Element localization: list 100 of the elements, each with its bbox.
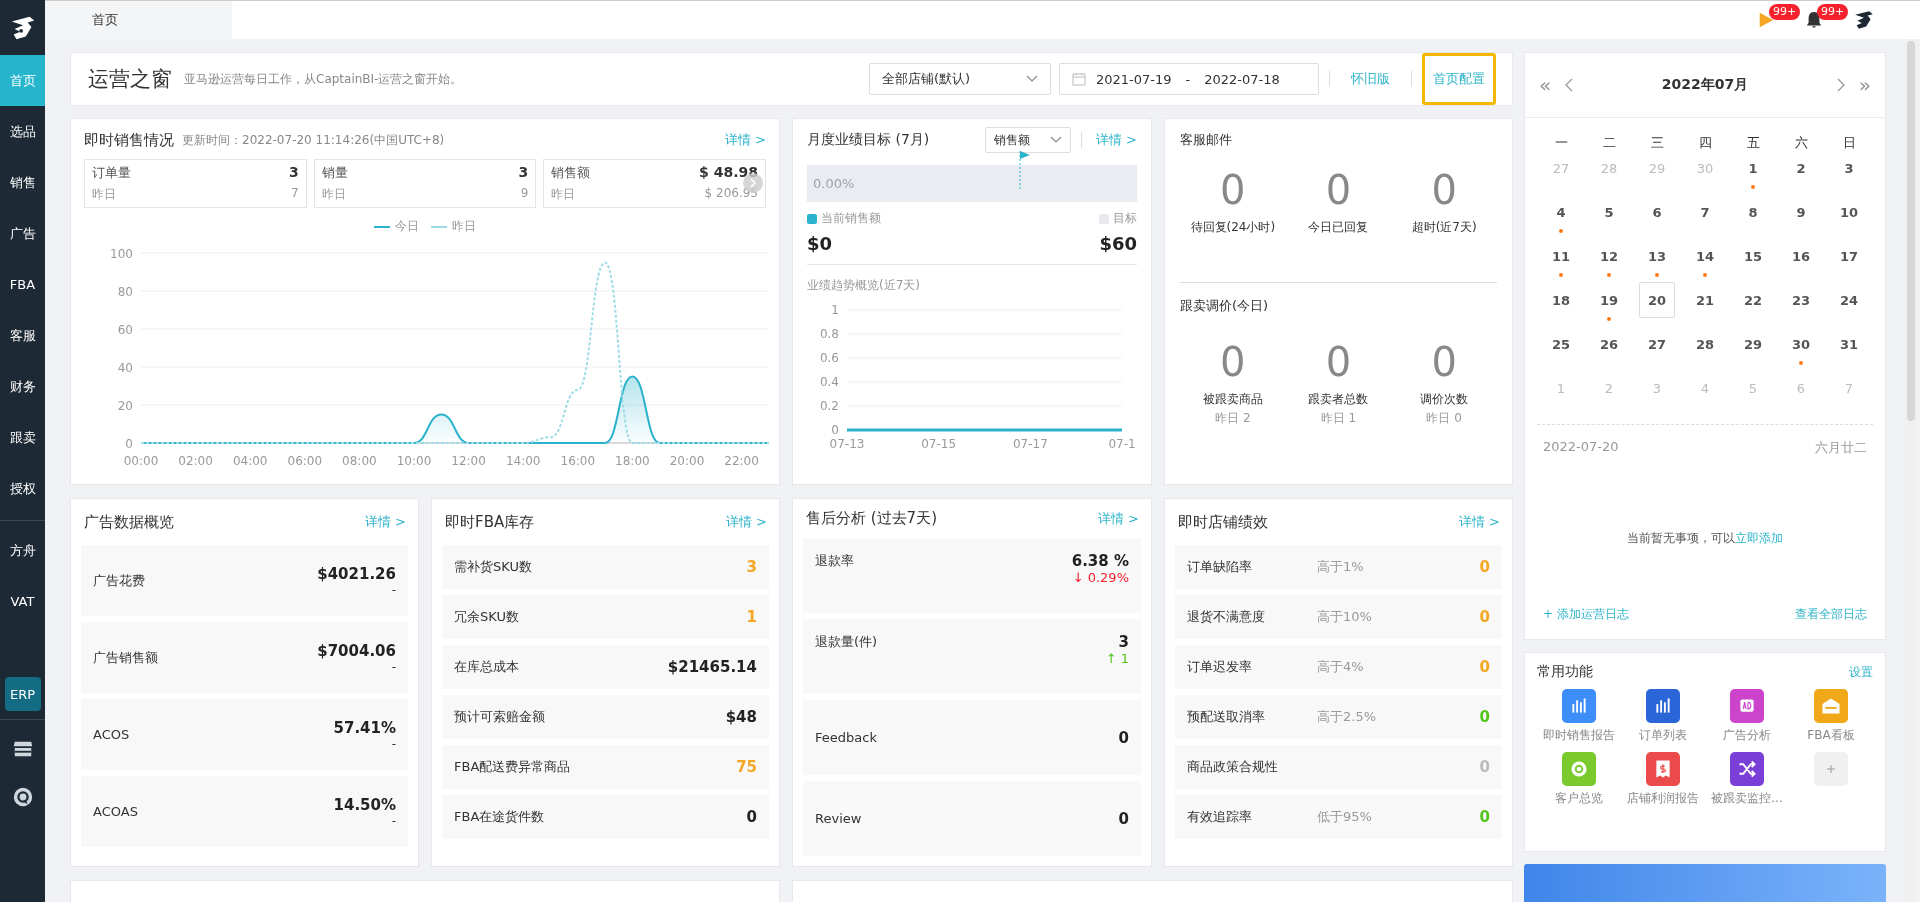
weekday-label: 五 xyxy=(1745,134,1761,152)
shortcut-label[interactable]: 被跟卖监控... xyxy=(1711,790,1783,808)
weekday-label: 三 xyxy=(1649,134,1665,152)
metric-change: - xyxy=(391,736,396,751)
metric-value: 3 xyxy=(1118,633,1129,651)
sidebar-item[interactable]: 客服 xyxy=(0,310,45,361)
metric-value: 0 xyxy=(1118,728,1129,747)
sidebar-item[interactable]: 财务 xyxy=(0,361,45,412)
calendar-day[interactable]: 14 xyxy=(1687,238,1723,274)
axis-tick-label: 16:00 xyxy=(560,454,596,468)
metric-value: 0 xyxy=(1220,339,1246,385)
weekday-label: 六 xyxy=(1793,134,1809,152)
calendar-day[interactable]: 9 xyxy=(1783,194,1819,230)
calendar-day[interactable]: 10 xyxy=(1831,194,1867,230)
box-icon[interactable] xyxy=(1814,689,1848,724)
ad-icon[interactable] xyxy=(1730,689,1764,724)
calendar-day[interactable]: 26 xyxy=(1591,326,1627,362)
calendar-day[interactable]: 6 xyxy=(1639,194,1675,230)
sidebar-item[interactable]: 销售 xyxy=(0,157,45,208)
calendar-day[interactable]: 19 xyxy=(1591,282,1627,318)
sidebar-item[interactable]: 跟卖 xyxy=(0,412,45,463)
chevron-right-icon[interactable] xyxy=(1836,78,1845,92)
metric-threshold: 高于10% xyxy=(1317,609,1372,624)
calendar-day[interactable]: 5 xyxy=(1591,194,1627,230)
sidebar-item[interactable]: VAT xyxy=(0,576,45,627)
axis-tick-label: 80 xyxy=(117,285,133,299)
calendar-day[interactable]: 31 xyxy=(1831,326,1867,362)
shortcut-label[interactable]: 店铺利润报告 xyxy=(1627,790,1699,808)
calendar-day[interactable]: 11 xyxy=(1543,238,1579,274)
metric-value: 0 xyxy=(1220,167,1246,213)
calendar-day[interactable]: 7 xyxy=(1687,194,1723,230)
selected-date: 2022-07-20 xyxy=(1543,439,1619,456)
calendar-day[interactable]: 4 xyxy=(1543,194,1579,230)
metric-label: FBA在途货件数 xyxy=(454,808,545,826)
calendar-day[interactable]: 25 xyxy=(1543,326,1579,362)
calendar-day[interactable]: 13 xyxy=(1639,238,1675,274)
section-title: 客服邮件 xyxy=(1180,131,1233,149)
shortcut-label[interactable]: 订单列表 xyxy=(1639,727,1687,745)
sidebar-item[interactable]: 方舟 xyxy=(0,525,45,576)
support-icon[interactable] xyxy=(11,786,34,808)
calendar-day[interactable]: 18 xyxy=(1543,282,1579,318)
metric-label: 广告销售额 xyxy=(93,648,158,667)
calendar-day[interactable]: 3 xyxy=(1831,150,1867,186)
metric-label: 预计可索赔金额 xyxy=(454,708,545,726)
shortcut-label[interactable]: 客户总览 xyxy=(1555,790,1603,808)
shortcut-label[interactable]: FBA看板 xyxy=(1807,727,1855,745)
calendar-day[interactable]: 8 xyxy=(1735,194,1771,230)
calendar-day[interactable]: 21 xyxy=(1687,282,1723,318)
metric-change: - xyxy=(391,659,396,674)
calendar-day[interactable]: 28 xyxy=(1687,326,1723,362)
shortcut-label[interactable]: 即时销售报告 xyxy=(1543,727,1615,745)
calendar-day[interactable]: 1 xyxy=(1735,150,1771,186)
date-range-field[interactable]: 2021-07-19 - 2022-07-18 xyxy=(1059,63,1319,95)
chat-icon[interactable] xyxy=(1562,752,1596,787)
calendar-day[interactable]: 29 xyxy=(1735,326,1771,362)
calendar-day[interactable]: 15 xyxy=(1735,238,1771,274)
sidebar-item[interactable]: 选品 xyxy=(0,106,45,157)
metric-label: 商品政策合规性 xyxy=(1187,758,1279,776)
calendar-day[interactable]: 2 xyxy=(1783,150,1819,186)
page-title: 运营之窗 xyxy=(88,66,172,93)
stat-label: 订单量 xyxy=(92,164,131,182)
sidebar-item[interactable]: FBA xyxy=(0,259,45,310)
axis-tick-label: 00:00 xyxy=(123,454,159,468)
calendar-day[interactable]: 16 xyxy=(1783,238,1819,274)
calendar-day[interactable]: 30 xyxy=(1783,326,1819,362)
calendar-day[interactable]: 12 xyxy=(1591,238,1627,274)
chevron-left-icon[interactable] xyxy=(1565,78,1574,92)
page-subtitle: 亚马逊运营每日工作，从CaptainBI-运营之窗开始。 xyxy=(184,70,463,88)
erp-button[interactable]: ERP xyxy=(4,677,41,711)
bell-icon[interactable] xyxy=(1805,11,1823,29)
sidebar-item[interactable]: 广告 xyxy=(0,208,45,259)
stat-label: 销量 xyxy=(321,164,348,182)
calendar-day[interactable]: 24 xyxy=(1831,282,1867,318)
bar-chart-icon[interactable] xyxy=(1562,689,1596,724)
flag-icon[interactable] xyxy=(1757,11,1775,29)
metric-label: ACOS xyxy=(93,727,130,742)
metric-select[interactable]: 销售额 xyxy=(984,127,1071,153)
shortcut-label[interactable]: 广告分析 xyxy=(1723,727,1771,745)
metric-change: - xyxy=(391,813,396,828)
calendar-day[interactable]: 23 xyxy=(1783,282,1819,318)
calendar-day[interactable]: 27 xyxy=(1639,326,1675,362)
target-value: $60 xyxy=(1099,233,1137,254)
page-tab[interactable]: 首页 xyxy=(45,1,232,39)
axis-tick-label: 0.6 xyxy=(819,351,839,365)
axis-tick-label: 22:00 xyxy=(724,454,759,468)
metric-threshold: 高于4% xyxy=(1317,659,1364,674)
receipt-icon[interactable] xyxy=(1646,752,1680,787)
store-select[interactable]: 全部店铺(默认) xyxy=(869,63,1051,95)
sidebar-item[interactable]: 授权 xyxy=(0,463,45,514)
calendar-day[interactable]: 17 xyxy=(1831,238,1867,274)
stat-value: $ 206.95 xyxy=(704,186,758,202)
metric-change: ↑ 1 xyxy=(1105,651,1129,666)
calendar-day[interactable]: 20 xyxy=(1639,282,1675,318)
empty-message: 当前暂无事项，可以立即添加 xyxy=(1627,530,1783,548)
shuffle-icon[interactable] xyxy=(1730,752,1764,787)
metric-label: Feedback xyxy=(815,730,877,745)
metric-value: 0 xyxy=(1431,339,1457,385)
scrollbar-thumb[interactable] xyxy=(1907,41,1915,421)
calendar-day[interactable]: 22 xyxy=(1735,282,1771,318)
bar-chart-icon[interactable] xyxy=(1646,689,1680,724)
